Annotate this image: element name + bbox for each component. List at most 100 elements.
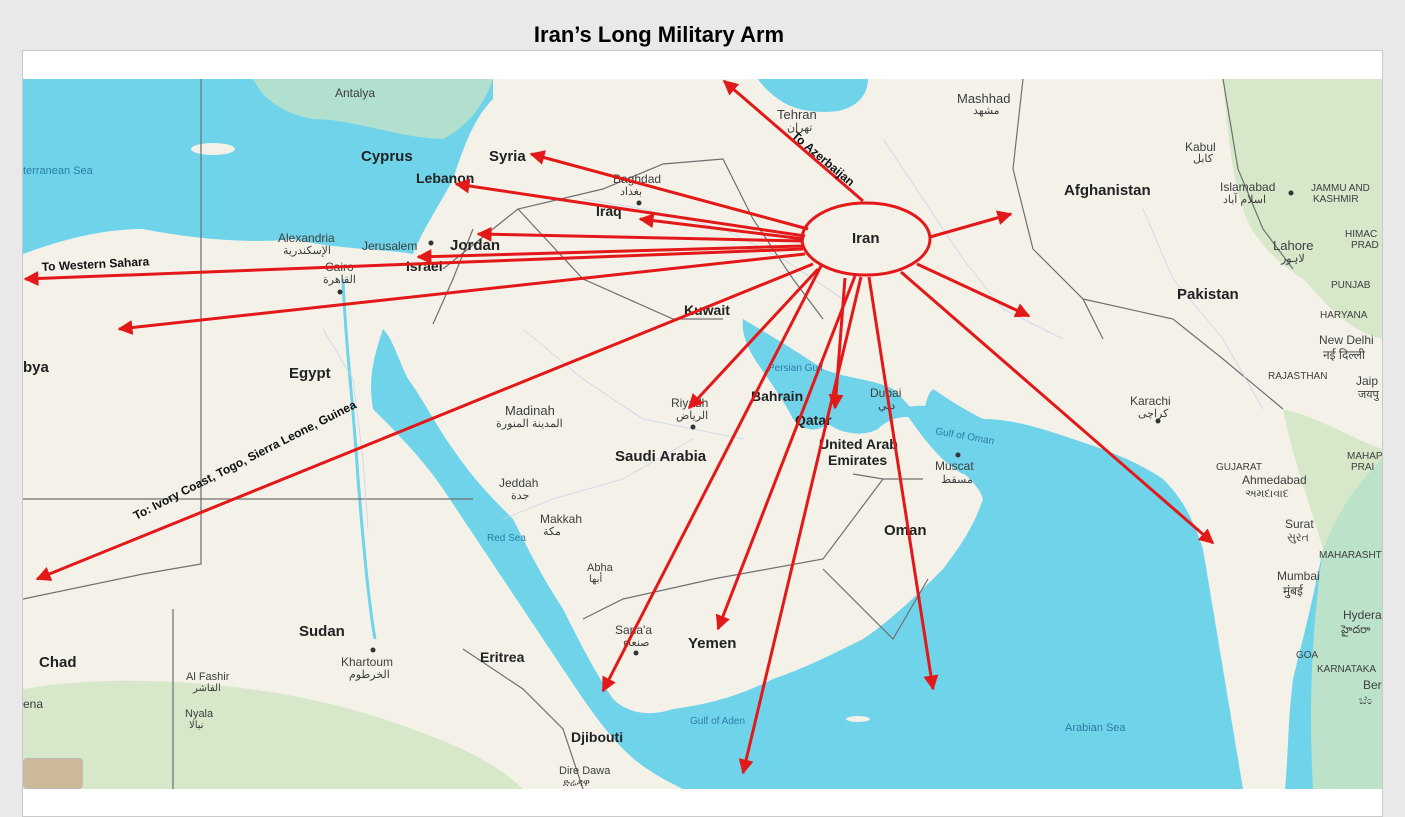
label-cairo-local: القاهرة	[323, 274, 356, 286]
label-surat-local: સુરત	[1287, 532, 1309, 544]
label-nyala: Nyala	[185, 708, 214, 720]
city-dot	[337, 289, 343, 295]
label-jaip-local: जयपु	[1358, 389, 1380, 401]
label-ena: ena	[23, 697, 43, 711]
label-riyadh-local: الرياض	[676, 410, 708, 422]
label-saudi: Saudi Arabia	[615, 448, 707, 465]
label-mahap: MAHAP	[1347, 451, 1382, 462]
label-lahore: Lahore	[1273, 238, 1313, 253]
label-islamabad: Islamabad	[1220, 180, 1275, 194]
label-abha: Abha	[587, 562, 614, 574]
label-israel: Israel	[406, 258, 443, 274]
cyprus-island	[191, 143, 235, 155]
label-karachi-local: کراچی	[1138, 408, 1169, 420]
label-jerusalem: Jerusalem	[362, 239, 417, 253]
label-pakistan: Pakistan	[1177, 286, 1239, 303]
label-goa: GOA	[1296, 650, 1319, 661]
label-al-fashir: Al Fashir	[186, 671, 230, 683]
label-ahmedabad-local: અમદાવાદ	[1245, 488, 1289, 500]
label-mumbai: Mumbai	[1277, 569, 1320, 583]
label-surat: Surat	[1285, 517, 1314, 531]
label-makkah: Makkah	[540, 512, 582, 526]
label-himac: HIMAC	[1345, 229, 1377, 240]
label-madinah-local: المدينة المنورة	[496, 418, 563, 430]
label-cyprus: Cyprus	[361, 148, 413, 165]
label-chad: Chad	[39, 654, 77, 671]
label-uae-2: Emirates	[828, 452, 887, 468]
label-baghdad-local: بغداد	[620, 186, 642, 198]
label-punjab: PUNJAB	[1331, 280, 1371, 291]
label-gulf-aden: Gulf of Aden	[690, 716, 745, 727]
label-alexandria-local: الإسكندرية	[283, 245, 331, 257]
city-dot	[955, 452, 961, 458]
label-muscat-local: مسقط	[941, 474, 973, 486]
label-nyala-local: نيالا	[189, 720, 204, 731]
label-antalya: Antalya	[335, 86, 375, 100]
label-khartoum-local: الخرطوم	[349, 669, 390, 681]
label-rajasthan: RAJASTHAN	[1268, 371, 1327, 382]
label-uae-1: United Arab	[819, 436, 898, 452]
layer-thumbnail-button[interactable]	[23, 758, 83, 789]
label-syria: Syria	[489, 148, 526, 165]
city-dot	[428, 240, 434, 246]
label-kabul-local: کابل	[1193, 153, 1214, 165]
label-makkah-local: مكة	[543, 526, 561, 538]
label-dire-dawa-local: ድሬዳዋ	[563, 778, 590, 789]
label-muscat: Muscat	[935, 459, 974, 473]
label-new-delhi: New Delhi	[1319, 333, 1374, 347]
label-hyder-local: హైదరా	[1340, 624, 1371, 637]
map-title: Iran’s Long Military Arm	[533, 22, 785, 47]
city-dot	[636, 200, 642, 206]
label-kuwait: Kuwait	[684, 302, 730, 318]
city-dot	[690, 424, 696, 430]
label-jeddah: Jeddah	[499, 476, 538, 490]
label-karachi: Karachi	[1130, 394, 1171, 408]
label-abha-local: أبها	[589, 572, 602, 585]
socotra-island	[846, 716, 870, 722]
label-red-sea: Red Sea	[487, 533, 526, 544]
label-kashmir: KASHMIR	[1313, 194, 1359, 205]
map-area[interactable]: Antalya Tehran تهران Mashhad مشهد Cyprus…	[23, 79, 1382, 789]
city-dot	[370, 647, 376, 653]
label-eritrea: Eritrea	[480, 649, 525, 665]
label-dire-dawa: Dire Dawa	[559, 765, 611, 777]
label-ber: Ber	[1363, 678, 1382, 692]
label-mediterranean: terranean Sea	[23, 165, 94, 177]
label-alexandria: Alexandria	[278, 231, 335, 245]
label-new-delhi-local: नई दिल्ली	[1323, 348, 1366, 362]
label-jeddah-local: جدة	[511, 490, 529, 502]
label-karnataka: KARNATAKA	[1317, 664, 1376, 675]
label-arabian-sea: Arabian Sea	[1065, 722, 1126, 734]
city-dot	[1288, 190, 1294, 196]
label-hyder: Hydera	[1343, 608, 1382, 622]
label-lahore-local: لاہور	[1280, 253, 1305, 265]
label-dubai-local: دبي	[878, 400, 895, 412]
label-kabul: Kabul	[1185, 140, 1216, 154]
label-islamabad-local: اسلام آباد	[1223, 193, 1266, 206]
label-haryana: HARYANA	[1320, 310, 1368, 321]
label-prai: PRAI	[1351, 462, 1374, 473]
label-ahmedabad: Ahmedabad	[1242, 473, 1307, 487]
label-khartoum: Khartoum	[341, 655, 393, 669]
label-madinah: Madinah	[505, 403, 555, 418]
label-mashhad-local: مشهد	[973, 105, 1000, 117]
label-yemen: Yemen	[688, 635, 736, 652]
label-iran: Iran	[852, 230, 880, 247]
label-afghanistan: Afghanistan	[1064, 182, 1151, 199]
label-sudan: Sudan	[299, 623, 345, 640]
label-lebanon: Lebanon	[416, 170, 474, 186]
label-prad: PRAD	[1351, 240, 1379, 251]
label-mumbai-local: मुंबई	[1283, 584, 1304, 599]
label-tehran: Tehran	[777, 107, 817, 122]
label-persian-gulf: Persian Gulf	[768, 363, 823, 374]
label-djibouti: Djibouti	[571, 729, 623, 745]
city-dot	[633, 650, 639, 656]
label-gujarat: GUJARAT	[1216, 462, 1262, 473]
label-jaip: Jaip	[1356, 374, 1378, 388]
label-jordan: Jordan	[450, 237, 500, 254]
label-al-fashir-local: الفاشر	[192, 683, 221, 694]
label-maharashtra: MAHARASHTI	[1319, 550, 1382, 561]
label-ber-local: ಬೆಂ	[1359, 695, 1372, 707]
label-oman: Oman	[884, 522, 927, 539]
label-mashhad: Mashhad	[957, 91, 1010, 106]
